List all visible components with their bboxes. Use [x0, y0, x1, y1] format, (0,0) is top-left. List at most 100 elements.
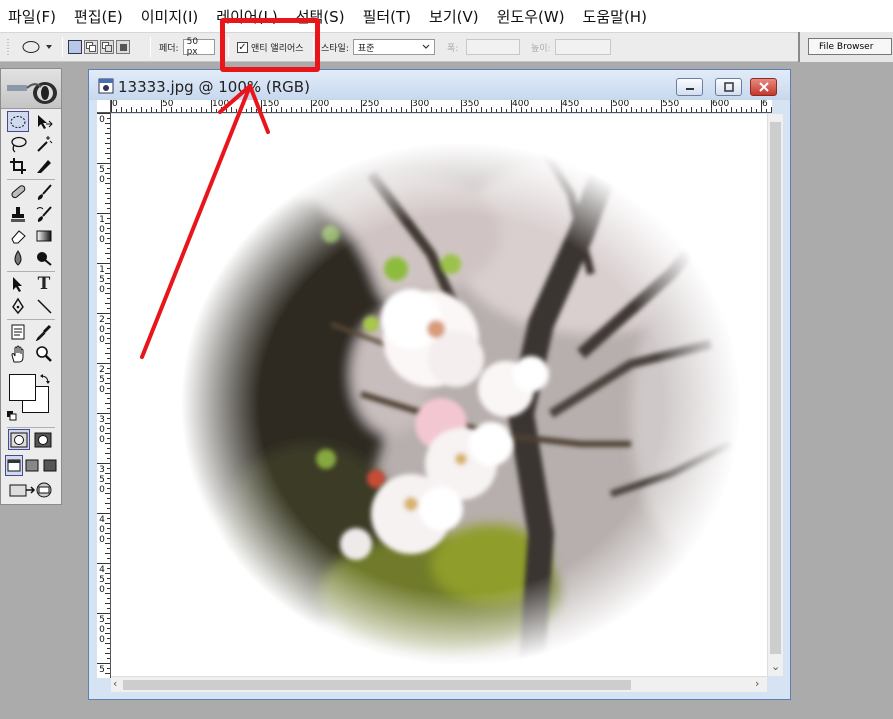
document-titlebar[interactable]: 13333.jpg @ 100% (RGB): [89, 70, 790, 100]
magic-wand-icon[interactable]: [33, 133, 55, 154]
ruler-tick: [741, 107, 742, 112]
ruler-tick: [296, 109, 297, 112]
ruler-tick: [466, 109, 467, 112]
ruler-tick: [107, 468, 110, 469]
feather-input[interactable]: 50 px: [182, 37, 215, 57]
style-select[interactable]: 표준: [352, 39, 435, 55]
ruler-label: 100: [99, 215, 105, 245]
subtract-selection-button[interactable]: [100, 40, 114, 54]
vertical-scrollbar[interactable]: ⌄: [767, 114, 783, 676]
hand-icon[interactable]: [7, 343, 29, 364]
ruler-tick: [611, 100, 612, 112]
ruler-top[interactable]: 0 50 100 150 200 250 300 350 400 450 500…: [111, 100, 772, 113]
intersect-selection-button[interactable]: [116, 40, 130, 54]
default-colors-icon[interactable]: [7, 406, 17, 421]
file-browser-tab[interactable]: File Browser: [808, 38, 892, 55]
menu-filter[interactable]: 필터(T): [355, 6, 421, 27]
quick-mask-mode-icon[interactable]: [32, 429, 54, 450]
ruler-tick: [107, 638, 110, 639]
grip-icon: [7, 39, 9, 55]
notes-icon[interactable]: [7, 321, 29, 342]
scroll-right-icon[interactable]: ›: [755, 677, 759, 690]
ruler-tick: [105, 523, 110, 524]
maximize-button[interactable]: [715, 78, 742, 96]
close-button[interactable]: [750, 78, 777, 96]
scroll-down-icon[interactable]: ⌄: [771, 660, 780, 673]
menu-help[interactable]: 도움말(H): [575, 6, 657, 27]
ruler-label: 150: [99, 265, 105, 295]
path-selection-icon[interactable]: [7, 273, 29, 294]
ruler-tick: [236, 109, 237, 112]
pen-icon[interactable]: [7, 295, 29, 316]
slice-icon[interactable]: [33, 155, 55, 176]
tool-preset-picker[interactable]: [20, 33, 56, 61]
ruler-tick: [107, 298, 110, 299]
elliptical-marquee-icon[interactable]: [7, 111, 29, 132]
foreground-color-swatch[interactable]: [9, 374, 36, 401]
menu-view[interactable]: 보기(V): [421, 6, 489, 27]
ruler-tick: [506, 109, 507, 112]
standard-screen-mode-icon[interactable]: [5, 455, 23, 476]
dodge-icon[interactable]: [33, 247, 55, 268]
swap-colors-icon[interactable]: [39, 370, 51, 384]
line-icon[interactable]: [33, 295, 55, 316]
move-icon[interactable]: [33, 111, 55, 132]
lasso-icon[interactable]: [7, 133, 29, 154]
crop-icon[interactable]: [7, 155, 29, 176]
menu-file[interactable]: 파일(F): [0, 6, 66, 27]
ruler-tick: [141, 107, 142, 112]
menu-window[interactable]: 윈도우(W): [489, 6, 575, 27]
clone-stamp-icon[interactable]: [7, 203, 29, 224]
horizontal-scrollbar[interactable]: ‹ ›: [111, 676, 767, 692]
brush-icon[interactable]: [33, 181, 55, 202]
jump-to-imageready-icon[interactable]: [7, 479, 55, 500]
ruler-tick: [126, 109, 127, 112]
eraser-icon[interactable]: [7, 225, 29, 246]
ruler-tick: [116, 109, 117, 112]
menu-image[interactable]: 이미지(I): [133, 6, 209, 27]
full-screen-mode-icon[interactable]: [41, 455, 59, 476]
ruler-tick: [107, 508, 110, 509]
ruler-tick: [105, 543, 110, 544]
zoom-icon[interactable]: [33, 343, 55, 364]
options-grip[interactable]: [6, 33, 10, 61]
ruler-tick: [107, 418, 110, 419]
ruler-tick: [516, 109, 517, 112]
horizontal-scroll-thumb[interactable]: [123, 680, 631, 690]
vertical-scroll-thumb[interactable]: [770, 122, 781, 654]
ruler-tick: [756, 109, 757, 112]
scroll-left-icon[interactable]: ‹: [113, 677, 117, 690]
full-screen-menu-mode-icon[interactable]: [23, 455, 41, 476]
menu-edit[interactable]: 편집(E): [66, 6, 133, 27]
ruler-tick: [107, 318, 110, 319]
width-input[interactable]: [466, 39, 521, 55]
gradient-icon[interactable]: [33, 225, 55, 246]
ruler-tick: [221, 107, 222, 112]
new-selection-button[interactable]: [68, 40, 82, 54]
eyedropper-icon[interactable]: [33, 321, 55, 342]
standard-mode-icon[interactable]: [8, 429, 30, 450]
healing-brush-icon[interactable]: [7, 181, 29, 202]
toolbox-header[interactable]: [1, 69, 61, 109]
ruler-tick: [561, 100, 562, 112]
ruler-left[interactable]: 0 50 100 150 200 250 300 350 400 450 500…: [97, 113, 111, 678]
height-input[interactable]: [554, 39, 611, 55]
ruler-tick: [211, 100, 212, 112]
ruler-tick: [191, 107, 192, 112]
ruler-tick: [107, 378, 110, 379]
type-icon[interactable]: T: [33, 273, 55, 294]
ruler-tick: [556, 109, 557, 112]
ruler-tick: [646, 109, 647, 112]
minimize-button[interactable]: [676, 78, 703, 96]
history-brush-icon[interactable]: [33, 203, 55, 224]
blur-icon[interactable]: [7, 247, 29, 268]
ruler-tick: [241, 107, 242, 112]
add-selection-button[interactable]: [84, 40, 98, 54]
ruler-tick: [486, 109, 487, 112]
toolbox: T: [0, 68, 62, 505]
image-canvas[interactable]: [111, 114, 767, 676]
ruler-tick: [626, 109, 627, 112]
ruler-tick: [536, 109, 537, 112]
ruler-tick: [105, 193, 110, 194]
ruler-tick: [376, 109, 377, 112]
